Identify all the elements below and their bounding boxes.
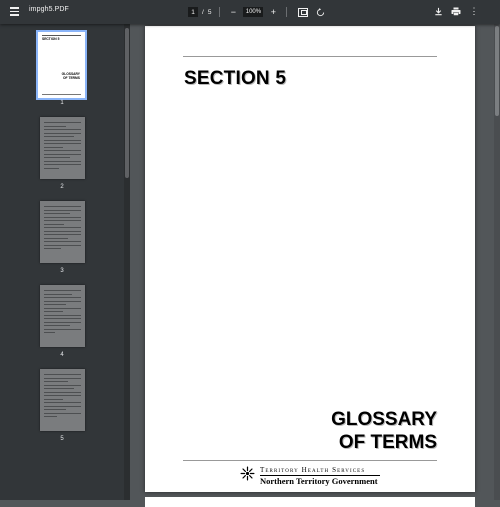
thumbnail-sidebar: SECTION 5 GLOSSARY OF TERMS 1 2 3 4 5: [0, 24, 124, 500]
page-number-input[interactable]: 1: [188, 7, 198, 17]
thumbnail-footer-rule: [42, 93, 81, 94]
page-top-rule: [183, 56, 437, 57]
total-pages: 5: [207, 8, 212, 16]
document-title: impgh5.PDF: [29, 6, 69, 13]
fit-to-page-icon[interactable]: [298, 7, 309, 17]
rotate-icon[interactable]: [316, 7, 325, 17]
pdf-page: SECTION 5 GLOSSARY OF TERMS Territory He…: [145, 26, 475, 492]
thumbnail-page-1[interactable]: SECTION 5 GLOSSARY OF TERMS: [36, 30, 87, 100]
thumbnail-page-2[interactable]: [40, 117, 85, 179]
glossary-line2: OF TERMS: [338, 432, 437, 453]
next-pdf-page: [145, 497, 475, 507]
zoom-level-input[interactable]: 100%: [243, 7, 264, 17]
thumbnail-page-3[interactable]: [40, 201, 85, 263]
thumbnail-rule: [42, 35, 81, 36]
section-title: SECTION 5: [184, 68, 287, 89]
main-scrollbar[interactable]: [494, 24, 500, 500]
pdf-toolbar: impgh5.PDF 1 / 5 − 100% + ⋮: [0, 0, 500, 24]
download-icon[interactable]: [432, 5, 444, 17]
glossary-title: GLOSSARY OF TERMS: [331, 408, 437, 454]
zoom-in-button[interactable]: +: [268, 7, 278, 17]
page-bottom-rule: [183, 460, 437, 461]
toolbar-divider: [219, 7, 221, 17]
print-icon[interactable]: [450, 5, 462, 17]
thumbnail-label: 1: [60, 100, 64, 106]
thumbnail-section-title: SECTION 5: [42, 37, 60, 41]
menu-icon[interactable]: [8, 5, 22, 19]
glossary-line1: GLOSSARY: [331, 409, 437, 430]
thumbnail-label: 5: [60, 436, 64, 442]
toolbar-actions: ⋮: [426, 5, 480, 17]
organization-name: Territory Health Services: [260, 466, 366, 474]
more-options-icon[interactable]: ⋮: [468, 5, 480, 17]
main-scrollbar-thumb[interactable]: [495, 26, 499, 116]
toolbar-divider: [286, 7, 288, 17]
thumbnail-label: 3: [60, 268, 64, 274]
zoom-out-button[interactable]: −: [228, 7, 238, 17]
thumbnail-glossary-title: GLOSSARY OF TERMS: [62, 72, 80, 80]
page-controls: 1 / 5 − 100% +: [188, 5, 325, 19]
page-separator: /: [202, 8, 204, 16]
thumbnail-glossary-line2: OF TERMS: [62, 76, 80, 80]
government-name: Northern Territory Government: [260, 476, 378, 486]
thumbnail-page-4[interactable]: [40, 285, 85, 347]
sidebar-scrollbar-thumb[interactable]: [125, 28, 129, 178]
thumbnail-label: 2: [60, 184, 64, 190]
thumbnail-label: 4: [60, 352, 64, 358]
government-logo-icon: [240, 466, 255, 481]
sidebar-scrollbar[interactable]: [124, 24, 130, 500]
thumbnail-page-5[interactable]: [40, 369, 85, 431]
